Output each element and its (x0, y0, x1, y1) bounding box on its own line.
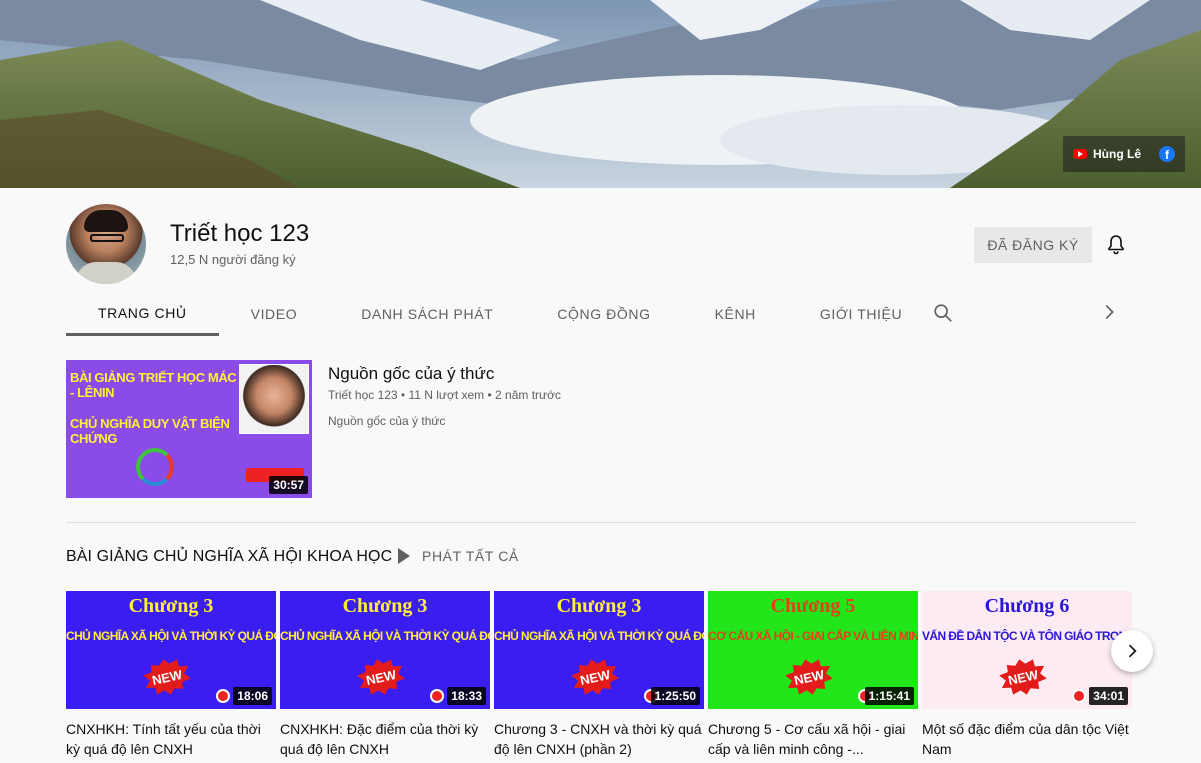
tab-channels[interactable]: KÊNH (683, 292, 788, 336)
thumb-subtitle: CHỦ NGHĨA XÃ HỘI VÀ THỜI KỲ QUÁ ĐỘ LÊN C… (280, 629, 490, 643)
video-shelf: Chương 3 CHỦ NGHĨA XÃ HỘI VÀ THỜI KỲ QUÁ … (66, 591, 1136, 763)
new-badge: NEW (783, 655, 835, 700)
home-content: BÀI GIẢNG TRIẾT HỌC MÁC - LÊNIN CHỦ NGHĨ… (0, 336, 1201, 763)
channel-name: Triết học 123 (170, 220, 310, 247)
chevron-right-icon (1128, 644, 1137, 658)
video-duration: 34:01 (1089, 687, 1128, 705)
banner-link-label: Hùng Lê (1093, 147, 1141, 161)
thumb-photo (239, 364, 309, 434)
subscribe-badge-icon (1072, 689, 1086, 703)
channel-banner: Hùng Lê f (0, 0, 1201, 188)
thumb-subtitle: CHỦ NGHĨA XÃ HỘI VÀ THỜI KỲ QUÁ ĐỘ LÊN C… (66, 629, 276, 643)
video-card[interactable]: Chương 3 CHỦ NGHĨA XÃ HỘI VÀ THỜI KỲ QUÁ … (280, 591, 490, 759)
channel-tabs: TRANG CHỦ VIDEO DANH SÁCH PHÁT CỘNG ĐỒNG… (66, 292, 934, 336)
notification-bell-icon[interactable] (1104, 233, 1128, 257)
new-badge: NEW (997, 655, 1049, 700)
video-thumbnail[interactable]: Chương 6 VẤN ĐỀ DÂN TỘC VÀ TÔN GIÁO TRONG… (922, 591, 1132, 709)
thumb-heading: Chương 3 (556, 595, 642, 617)
video-card[interactable]: Chương 5 CƠ CẤU XÃ HỘI - GIAI CẤP VÀ LIÊN… (708, 591, 918, 759)
play-all-label: PHÁT TẤT CẢ (422, 548, 519, 564)
avatar-glasses (90, 234, 124, 242)
tab-playlists[interactable]: DANH SÁCH PHÁT (329, 292, 525, 336)
channel-header: Triết học 123 12,5 N người đăng ký ĐÃ ĐĂ… (0, 188, 1201, 336)
section-divider (66, 522, 1136, 523)
video-thumbnail[interactable]: Chương 3 CHỦ NGHĨA XÃ HỘI VÀ THỜI KỲ QUÁ … (280, 591, 490, 709)
video-title[interactable]: CNXHKH: Tính tất yếu của thời kỳ quá độ … (66, 719, 276, 759)
banner-links[interactable]: Hùng Lê f (1063, 136, 1185, 172)
search-icon[interactable] (932, 302, 954, 324)
avatar-shirt (76, 262, 136, 284)
thumb-heading: Chương 6 (984, 595, 1070, 617)
mountain-banner-image (0, 0, 1201, 188)
new-badge: NEW (569, 655, 621, 700)
shelf-next-button[interactable] (1111, 630, 1153, 672)
thumb-logo-icon (136, 448, 174, 486)
thumb-subtitle: CHỦ NGHĨA XÃ HỘI VÀ THỜI KỲ QUÁ ĐỘ LÊN C… (494, 629, 704, 643)
new-badge: NEW (141, 655, 193, 700)
chevron-right-icon[interactable] (1098, 301, 1120, 323)
featured-video-meta: Triết học 123 • 11 N lượt xem • 2 năm tr… (328, 388, 561, 402)
tab-about[interactable]: GIỚI THIỆU (788, 292, 934, 336)
video-card[interactable]: Chương 6 VẤN ĐỀ DÂN TỘC VÀ TÔN GIÁO TRONG… (922, 591, 1132, 759)
video-duration: 30:57 (269, 476, 308, 494)
video-duration: 1:25:50 (650, 687, 700, 705)
tab-community[interactable]: CỘNG ĐỒNG (525, 292, 682, 336)
video-thumbnail[interactable]: Chương 5 CƠ CẤU XÃ HỘI - GIAI CẤP VÀ LIÊN… (708, 591, 918, 709)
video-thumbnail[interactable]: Chương 3 CHỦ NGHĨA XÃ HỘI VÀ THỜI KỲ QUÁ … (66, 591, 276, 709)
subscribe-badge-icon (216, 689, 230, 703)
tab-videos[interactable]: VIDEO (219, 292, 330, 336)
youtube-icon (1073, 149, 1087, 159)
thumb-line-2: CHỦ NGHĨA DUY VẬT BIỆN CHỨNG (70, 416, 230, 446)
video-title[interactable]: Chương 3 - CNXH và thời kỳ quá độ lên CN… (494, 719, 704, 759)
thumb-subtitle: CƠ CẤU XÃ HỘI - GIAI CẤP VÀ LIÊN MINH TR… (708, 629, 918, 643)
video-thumbnail[interactable]: Chương 3 CHỦ NGHĨA XÃ HỘI VÀ THỜI KỲ QUÁ … (494, 591, 704, 709)
video-title[interactable]: Một số đặc điểm của dân tộc Việt Nam (922, 719, 1132, 759)
new-badge: NEW (355, 655, 407, 700)
play-all-button[interactable]: PHÁT TẤT CẢ (398, 548, 519, 564)
thumb-heading: Chương 5 (770, 595, 856, 617)
subscriber-count: 12,5 N người đăng ký (170, 252, 296, 267)
featured-video-description: Nguồn gốc của ý thức (328, 414, 446, 428)
facebook-icon[interactable]: f (1159, 146, 1175, 162)
shelf-title[interactable]: BÀI GIẢNG CHỦ NGHĨA XÃ HỘI KHOA HỌC (66, 548, 392, 566)
thumb-subtitle: VẤN ĐỀ DÂN TỘC VÀ TÔN GIÁO TRONG THỜI KỲ… (922, 629, 1132, 643)
subscribe-badge-icon (430, 689, 444, 703)
video-card[interactable]: Chương 3 CHỦ NGHĨA XÃ HỘI VÀ THỜI KỲ QUÁ … (494, 591, 704, 759)
subscribed-button[interactable]: ĐÃ ĐĂNG KÝ (974, 227, 1092, 263)
thumb-heading: Chương 3 (128, 595, 214, 617)
featured-video-title[interactable]: Nguồn gốc của ý thức (328, 364, 494, 384)
video-title[interactable]: Chương 5 - Cơ cấu xã hội - giai cấp và l… (708, 719, 918, 759)
avatar-hair (84, 210, 128, 232)
featured-video-thumbnail[interactable]: BÀI GIẢNG TRIẾT HỌC MÁC - LÊNIN CHỦ NGHĨ… (66, 360, 312, 498)
video-duration: 18:33 (447, 687, 486, 705)
thumb-line-1: BÀI GIẢNG TRIẾT HỌC MÁC - LÊNIN (70, 370, 237, 400)
video-card[interactable]: Chương 3 CHỦ NGHĨA XÃ HỘI VÀ THỜI KỲ QUÁ … (66, 591, 276, 759)
play-icon (398, 548, 410, 564)
video-title[interactable]: CNXHKH: Đặc điểm của thời kỳ quá độ lên … (280, 719, 490, 759)
channel-avatar[interactable] (66, 204, 146, 284)
video-duration: 1:15:41 (864, 687, 914, 705)
thumb-heading: Chương 3 (342, 595, 428, 617)
tab-home[interactable]: TRANG CHỦ (66, 292, 219, 336)
video-duration: 18:06 (233, 687, 272, 705)
